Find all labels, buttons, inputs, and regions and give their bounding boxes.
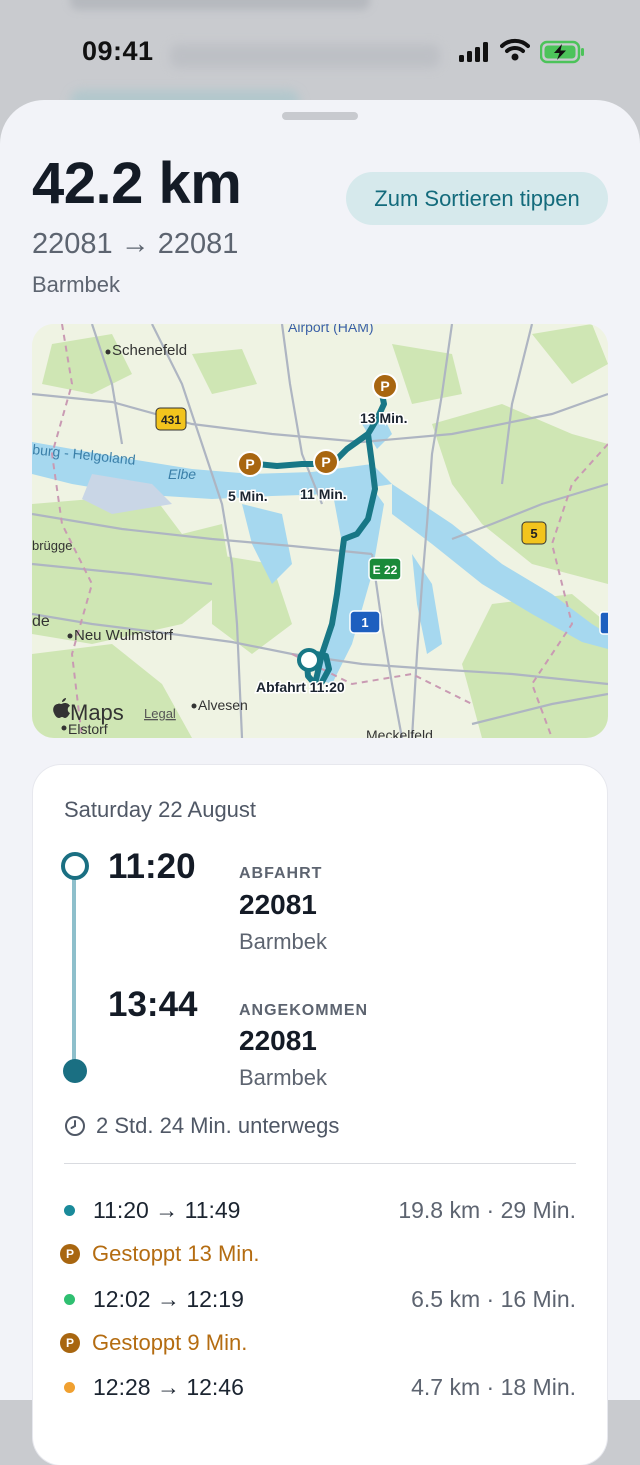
departure-district: Barmbek [239,929,328,954]
map-departure-marker[interactable] [297,648,321,672]
svg-text:E 22: E 22 [373,563,398,577]
map-legal-link[interactable]: Legal [144,706,176,721]
arrival-district: Barmbek [239,1065,328,1090]
map-label-neu-wulmstorf: Neu Wulmstorf [74,627,174,644]
map-parking-marker-3[interactable]: P [372,373,398,399]
arrival-time: 13:44 [108,985,198,1024]
trip-duration: 2 Std. 24 Min. unterwegs [64,1113,339,1139]
arrival-label: ANGEKOMMEN [239,1002,369,1019]
map-stop-label-11: 11 Min. [300,486,347,502]
arrival-zip: 22081 [239,1025,317,1056]
trip-timeline-card: Saturday 22 August 11:20 ABFAHRT 22081 B… [33,765,607,1465]
road-shield-partial [599,611,608,635]
svg-text:Maps: Maps [70,700,124,725]
departure-label: ABFAHRT [239,865,323,882]
segment-dot [64,1204,75,1216]
parking-icon: P [60,1244,80,1264]
trip-district: Barmbek [32,272,121,297]
stop-row[interactable]: P Gestoppt 13 Min. [60,1236,260,1272]
svg-text:431: 431 [161,413,181,427]
road-shield-e22: E 22 [368,557,402,581]
map-label-schenefeld: Schenefeld [112,342,187,359]
map-stop-label-5: 5 Min. [228,488,268,504]
road-shield-a1: 1 [349,610,381,634]
segment-row[interactable]: 12:28 → 12:46 4.7 km · 18 Min. [64,1369,576,1405]
segment-meta: 4.7 km · 18 Min. [411,1373,576,1400]
map-parking-marker-1[interactable]: P [237,451,263,477]
sheet-grabber[interactable] [282,112,358,120]
road-shield-431: 431 [155,407,187,431]
wifi-icon [500,38,530,61]
segment-row[interactable]: 12:02 → 12:19 6.5 km · 16 Min. [64,1281,576,1317]
segment-times: 12:28 → 12:46 [93,1373,244,1400]
map-parking-marker-2[interactable]: P [313,449,339,475]
trip-detail-sheet: 42.2 km Zum Sortieren tippen 22081 → 220… [0,100,640,1465]
trip-duration-text: 2 Std. 24 Min. unterwegs [96,1113,340,1138]
timeline-line [72,875,76,1065]
trip-date: Saturday 22 August [64,797,257,822]
stop-text: Gestoppt 9 Min. [92,1330,248,1355]
map-label-bruegge: brügge [32,538,72,553]
map-label-alvesen: Alvesen [198,697,248,713]
stop-row[interactable]: P Gestoppt 9 Min. [60,1325,247,1361]
svg-text:P: P [321,454,330,470]
timeline-start-marker [61,852,89,880]
map-label-meckelfeld: Meckelfeld [366,727,433,738]
segment-dot [64,1293,75,1305]
status-time: 09:41 [82,36,154,66]
segment-row[interactable]: 11:20 → 11:49 19.8 km · 29 Min. [64,1192,576,1228]
divider [64,1163,576,1164]
svg-text:P: P [245,456,254,472]
departure-time: 11:20 [108,847,196,886]
departure-zip: 22081 [239,889,317,920]
map-label-elbe: Elbe [168,466,196,482]
svg-text:P: P [380,378,389,394]
stop-text: Gestoppt 13 Min. [92,1241,260,1266]
map-departure-label: Abfahrt 11:20 [256,679,345,695]
timeline-end-marker [63,1059,87,1083]
trip-distance: 42.2 km [32,151,242,216]
road-shield-a5: 5 [521,521,547,545]
trip-route: 22081 → 22081 [32,228,239,260]
map-label-airport: Airport (HAM) [288,324,374,335]
cellular-signal-icon [459,42,488,62]
parking-icon: P [60,1333,80,1353]
svg-text:1: 1 [361,615,368,630]
route-map[interactable]: P P P 431 5 E 22 1 Airport (HAM) Schenef… [32,324,608,738]
status-bar: 09:41 [0,0,640,100]
clock-icon [65,1116,85,1136]
segment-meta: 6.5 km · 16 Min. [411,1285,576,1312]
sort-button[interactable]: Zum Sortieren tippen [346,172,608,225]
battery-charging-icon [540,40,584,64]
svg-text:5: 5 [530,526,537,541]
segment-times: 11:20 → 11:49 [93,1196,241,1223]
map-stop-label-13: 13 Min. [360,410,407,426]
map-label-de: de [32,613,50,630]
segment-times: 12:02 → 12:19 [93,1285,244,1312]
segment-meta: 19.8 km · 29 Min. [398,1196,576,1223]
